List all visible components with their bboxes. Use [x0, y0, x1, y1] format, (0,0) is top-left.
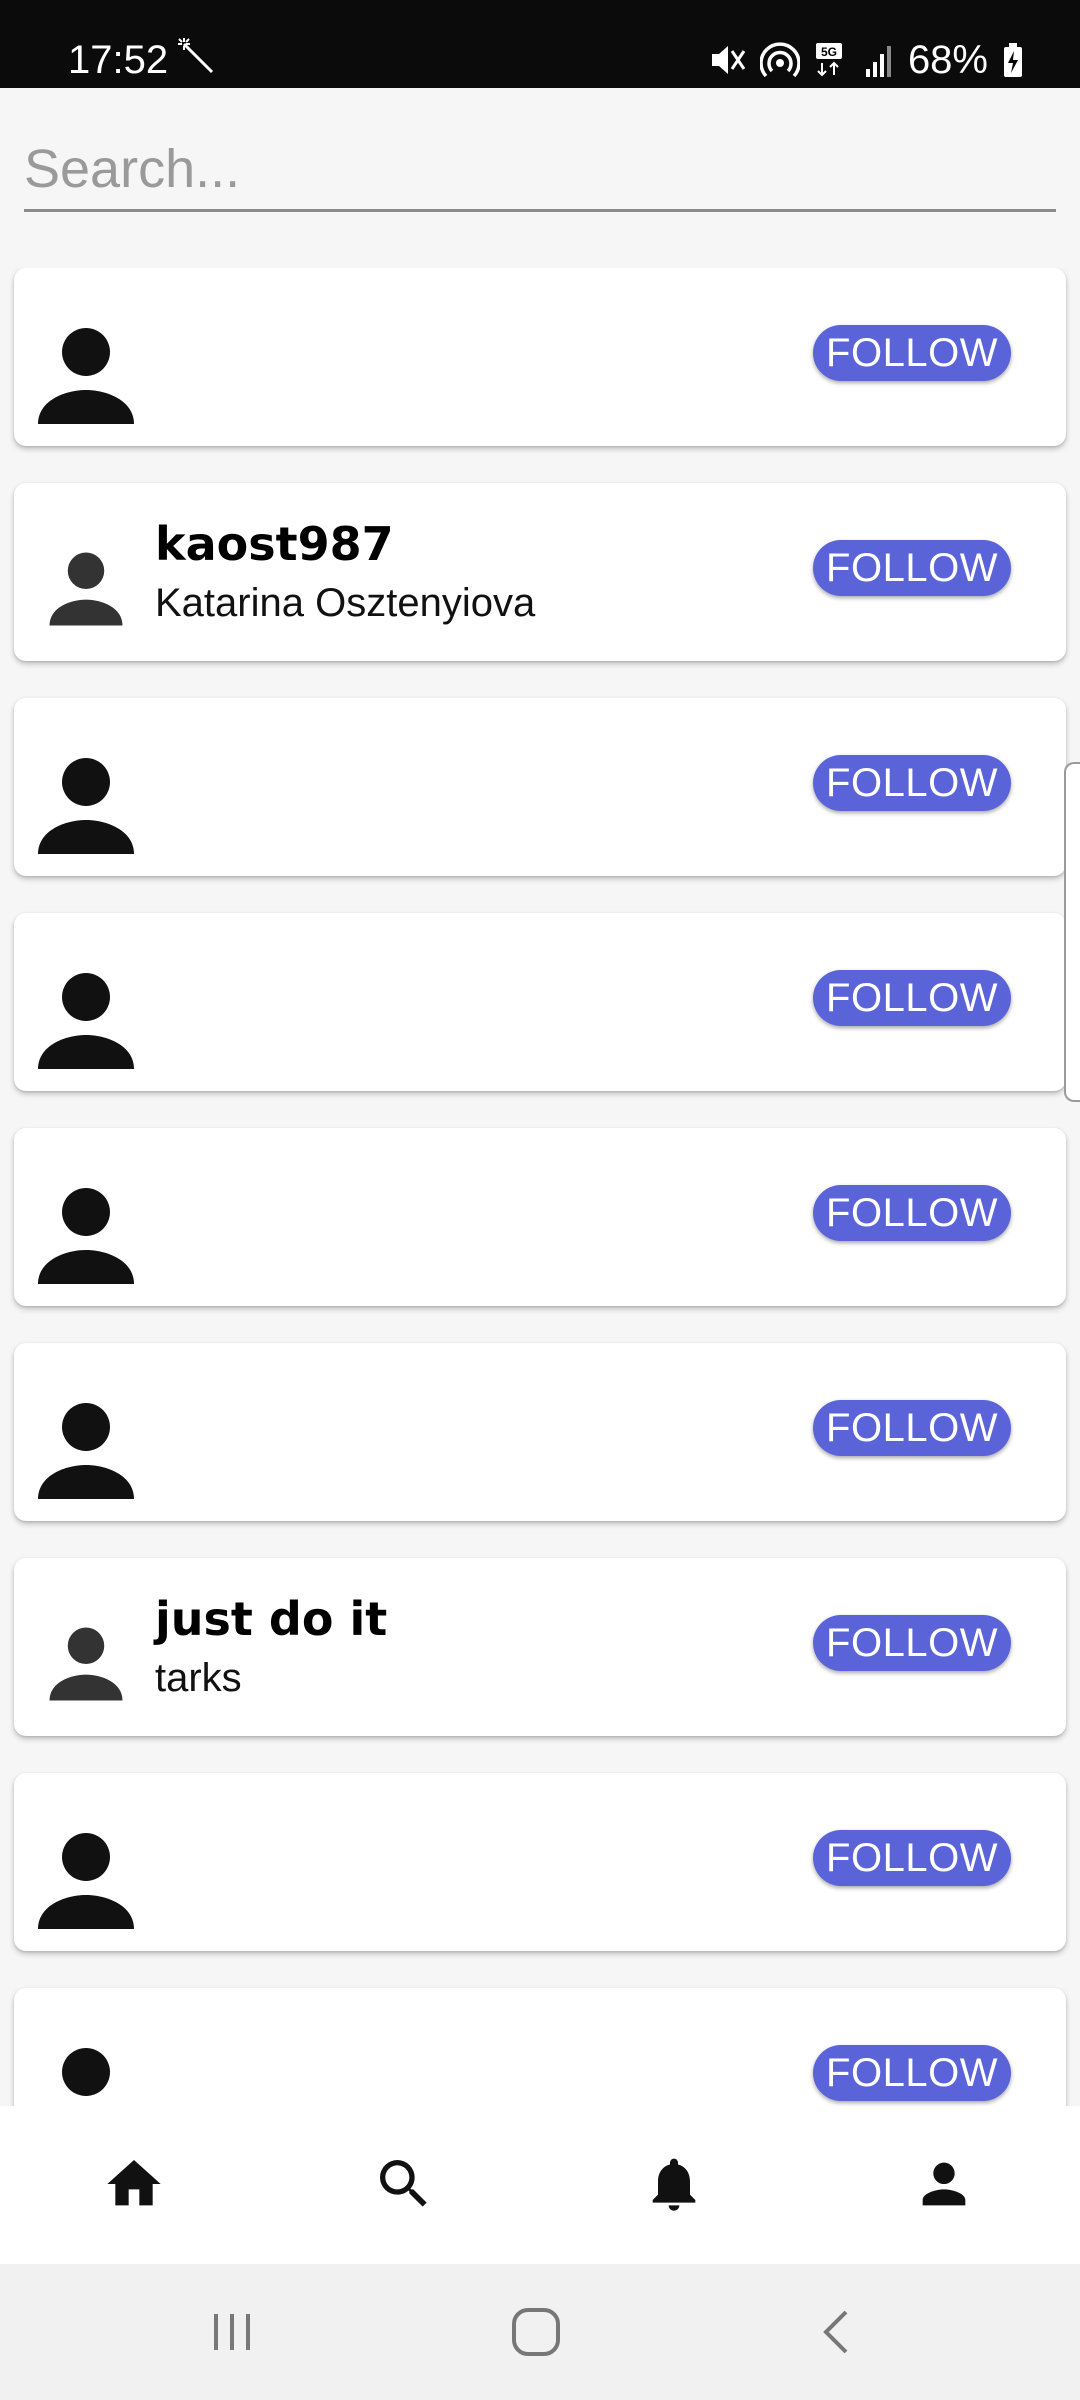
- search-input[interactable]: [24, 128, 1056, 209]
- magic-wand-icon: [178, 38, 216, 76]
- follow-button[interactable]: FOLLOW: [813, 970, 1011, 1026]
- avatar-icon: [36, 756, 136, 856]
- list-item[interactable]: FOLLOW: [14, 1128, 1066, 1306]
- bell-icon[interactable]: [642, 2152, 706, 2216]
- user-full-name: Katarina Osztenyiova: [155, 581, 536, 625]
- avatar-icon: [48, 551, 124, 627]
- home-icon[interactable]: [102, 2152, 166, 2216]
- list-item[interactable]: FOLLOW: [14, 268, 1066, 446]
- home-circle-icon[interactable]: [506, 2302, 566, 2362]
- scrollbar-thumb[interactable]: [1064, 762, 1080, 1102]
- list-item[interactable]: FOLLOW: [14, 1773, 1066, 1951]
- status-bar: 17:52 5G 68%: [0, 0, 1080, 88]
- username: kaost987: [155, 517, 394, 571]
- system-nav-bar: [0, 2264, 1080, 2400]
- avatar-icon: [36, 2046, 136, 2106]
- mute-icon: [708, 41, 746, 79]
- follow-button[interactable]: FOLLOW: [813, 2045, 1011, 2101]
- avatar-icon: [36, 971, 136, 1071]
- network-5g-icon: 5G: [814, 41, 850, 79]
- status-time: 17:52: [68, 38, 169, 82]
- avatar-icon: [36, 1401, 136, 1501]
- search-bar: [24, 128, 1056, 212]
- recents-icon[interactable]: [202, 2302, 262, 2362]
- follow-button[interactable]: FOLLOW: [813, 540, 1011, 596]
- signal-icon: [864, 41, 894, 79]
- back-icon[interactable]: [808, 2302, 868, 2362]
- follow-button[interactable]: FOLLOW: [813, 755, 1011, 811]
- follow-button[interactable]: FOLLOW: [813, 325, 1011, 381]
- battery-charging-icon: [1002, 41, 1024, 79]
- avatar-icon: [36, 1186, 136, 1286]
- user-list[interactable]: FOLLOW kaost987 Katarina Osztenyiova FOL…: [0, 268, 1080, 2106]
- bottom-nav: [0, 2106, 1080, 2264]
- hotspot-icon: [759, 41, 800, 79]
- person-icon[interactable]: [912, 2152, 976, 2216]
- avatar-icon: [48, 1626, 124, 1702]
- avatar-icon: [36, 1831, 136, 1931]
- battery-percent: 68%: [907, 38, 988, 82]
- user-full-name: tarks: [155, 1656, 242, 1700]
- follow-button[interactable]: FOLLOW: [813, 1185, 1011, 1241]
- list-item[interactable]: just do it tarks FOLLOW: [14, 1558, 1066, 1736]
- follow-button[interactable]: FOLLOW: [813, 1615, 1011, 1671]
- list-item[interactable]: FOLLOW: [14, 698, 1066, 876]
- status-icons: 5G 68%: [708, 36, 1024, 84]
- list-item[interactable]: kaost987 Katarina Osztenyiova FOLLOW: [14, 483, 1066, 661]
- search-icon[interactable]: [372, 2152, 436, 2216]
- list-item[interactable]: FOLLOW: [14, 1988, 1066, 2106]
- svg-text:5G: 5G: [821, 45, 837, 59]
- avatar-icon: [36, 326, 136, 426]
- list-item[interactable]: FOLLOW: [14, 1343, 1066, 1521]
- username: just do it: [155, 1592, 388, 1646]
- follow-button[interactable]: FOLLOW: [813, 1830, 1011, 1886]
- list-item[interactable]: FOLLOW: [14, 913, 1066, 1091]
- follow-button[interactable]: FOLLOW: [813, 1400, 1011, 1456]
